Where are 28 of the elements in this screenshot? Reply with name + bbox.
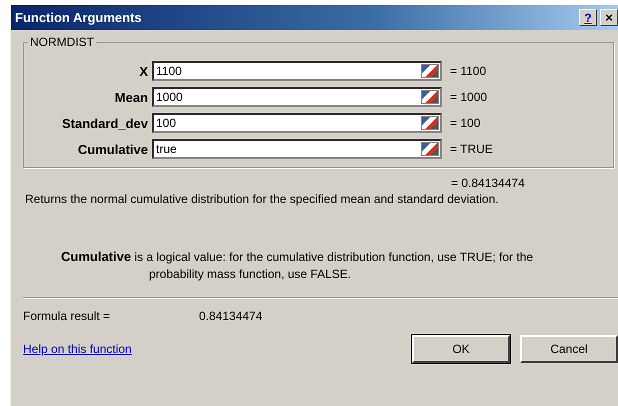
argument-description: Cumulative is a logical value: for the cumulative distribution function, use TRUE; for the probability mass function, use FALSE. (60, 248, 534, 283)
formula-result-value: 0.84134474 (199, 309, 262, 323)
argument-label: Standard_dev (61, 116, 149, 130)
formula-result-label: Formula result = (23, 309, 112, 323)
argument-label: Mean (114, 90, 149, 104)
group-label: NORMDIST (28, 35, 96, 49)
cancel-button[interactable]: Cancel (520, 335, 618, 363)
window-title: Function Arguments (15, 10, 142, 25)
argument-result: = 100 (449, 116, 480, 130)
help-button[interactable]: ? (579, 9, 597, 26)
collapse-dialog-icon[interactable] (421, 116, 439, 130)
ok-button[interactable]: OK (412, 335, 510, 363)
argument-label: X (138, 64, 149, 78)
argument-result: = 1000 (449, 90, 488, 104)
help-link[interactable]: Help on this function (23, 342, 132, 356)
collapse-dialog-icon[interactable] (421, 90, 439, 104)
argument-field[interactable]: 1000 (152, 87, 442, 107)
function-result: = 0.84134474 (451, 176, 525, 190)
argument-label: Cumulative (76, 142, 149, 156)
function-description: Returns the normal cumulative distribution for the specified mean and standard deviation. (24, 191, 500, 206)
argument-field[interactable]: 1100 (152, 61, 442, 81)
argument-result: = TRUE (449, 142, 493, 156)
collapse-dialog-icon[interactable] (421, 64, 439, 78)
argument-field[interactable]: true (152, 139, 442, 159)
close-button[interactable]: × (600, 9, 618, 26)
argument-field[interactable]: 100 (152, 113, 442, 133)
collapse-dialog-icon[interactable] (421, 142, 439, 156)
argument-result: = 1100 (449, 64, 486, 78)
